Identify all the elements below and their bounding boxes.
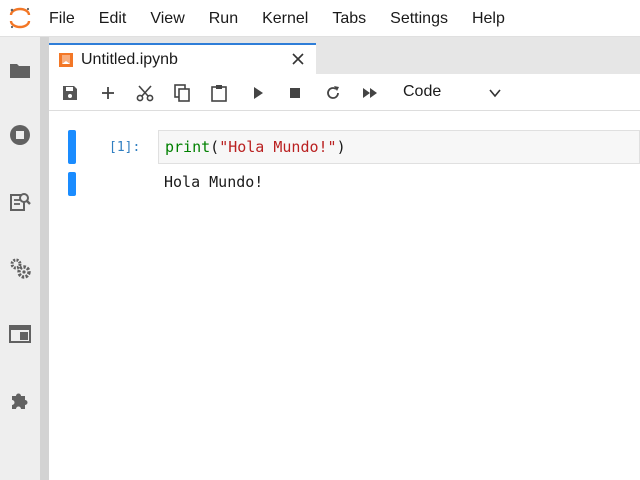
paste-icon[interactable]: [209, 83, 229, 103]
jupyter-logo[interactable]: [8, 6, 32, 30]
sidebar-splitter[interactable]: [40, 37, 49, 480]
menu-help[interactable]: Help: [460, 0, 517, 37]
code-editor[interactable]: print("Hola Mundo!"): [158, 130, 640, 164]
menu: File Edit View Run Kernel Tabs Settings …: [37, 0, 517, 37]
menu-view[interactable]: View: [138, 0, 196, 37]
property-inspector-icon[interactable]: [8, 190, 32, 214]
code-string: "Hola Mundo!": [219, 138, 337, 156]
cell-output: Hola Mundo!: [164, 173, 264, 191]
tab-strip: Untitled.ipynb: [49, 37, 640, 74]
notebook-toolbar: Code: [49, 74, 640, 111]
fast-forward-icon[interactable]: [360, 83, 380, 103]
cell-type-label: Code: [403, 83, 442, 100]
menu-run[interactable]: Run: [197, 0, 250, 37]
cell-prompt: [1]:: [109, 140, 141, 155]
menu-bar: File Edit View Run Kernel Tabs Settings …: [0, 0, 640, 37]
main-area: Untitled.ipynb Code [1]: print("Hola Mun…: [49, 37, 640, 480]
menu-tabs[interactable]: Tabs: [320, 0, 378, 37]
tab-untitled-notebook[interactable]: Untitled.ipynb: [49, 43, 316, 74]
menu-edit[interactable]: Edit: [87, 0, 139, 37]
puzzle-icon[interactable]: [8, 388, 32, 412]
code-line: print("Hola Mundo!"): [165, 138, 346, 156]
stop-icon[interactable]: [285, 83, 305, 103]
tabs-icon[interactable]: [8, 322, 32, 346]
menu-kernel[interactable]: Kernel: [250, 0, 320, 37]
left-sidebar: [0, 37, 40, 480]
menu-settings[interactable]: Settings: [378, 0, 460, 37]
save-icon[interactable]: [60, 83, 80, 103]
add-icon[interactable]: [98, 83, 118, 103]
cell-type-select[interactable]: Code: [391, 79, 506, 105]
chevron-down-icon: [489, 89, 501, 98]
code-function: print: [165, 138, 211, 156]
copy-icon[interactable]: [172, 83, 192, 103]
run-icon[interactable]: [248, 83, 268, 103]
tab-label: Untitled.ipynb: [81, 51, 178, 68]
close-icon[interactable]: [290, 51, 306, 67]
notebook-icon: [59, 53, 73, 67]
restart-icon[interactable]: [323, 83, 343, 103]
output-collapser[interactable]: [68, 172, 76, 196]
stop-circle-icon[interactable]: [8, 123, 32, 147]
extension-manager-gears-icon[interactable]: [8, 256, 32, 280]
code-open-paren: (: [210, 138, 220, 156]
code-close-paren: ): [336, 138, 346, 156]
input-collapser[interactable]: [68, 130, 76, 164]
menu-file[interactable]: File: [37, 0, 87, 37]
cut-icon[interactable]: [135, 83, 155, 103]
folder-icon[interactable]: [8, 58, 32, 82]
